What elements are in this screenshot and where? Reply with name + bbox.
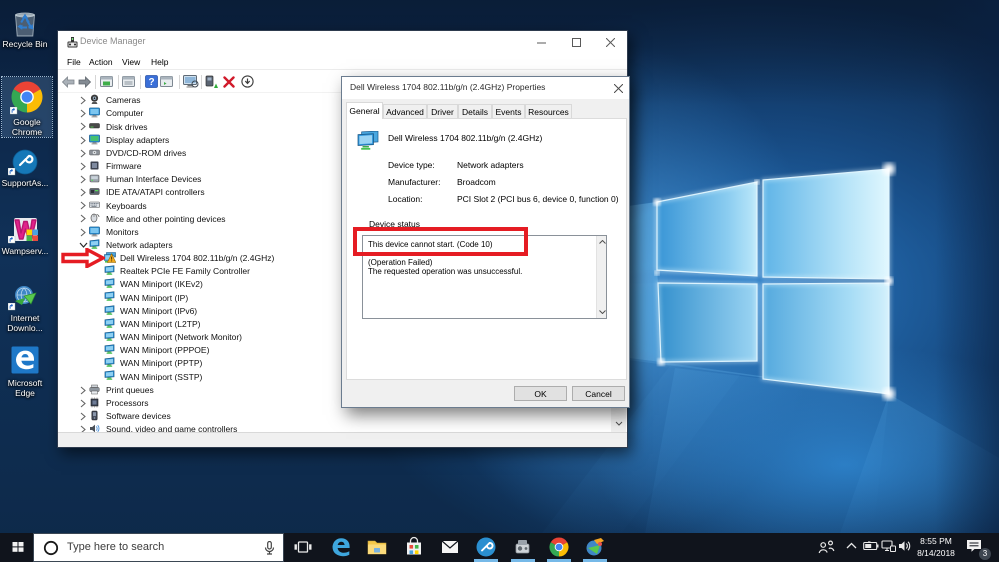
svg-text:?: ? [148, 77, 154, 88]
